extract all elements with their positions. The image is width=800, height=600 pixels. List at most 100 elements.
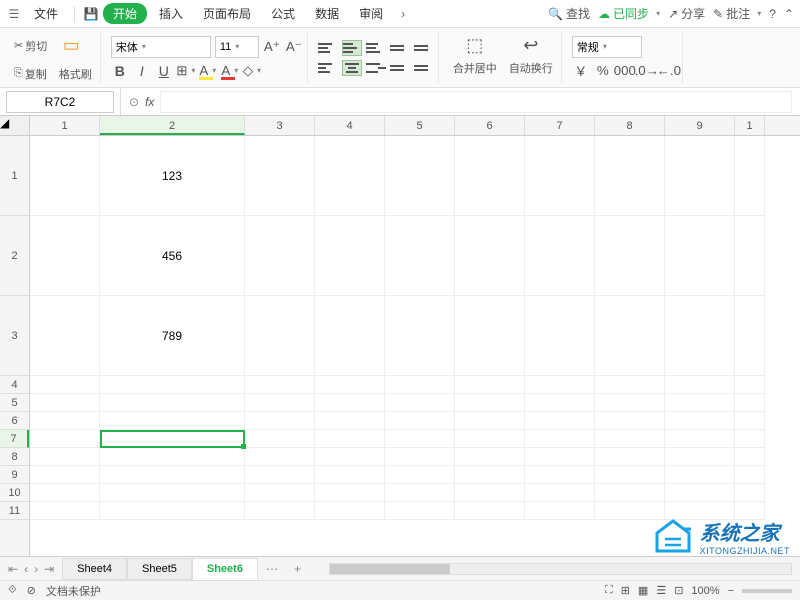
cell[interactable] [455, 216, 525, 296]
fill-color-button[interactable]: A▾ [199, 62, 217, 80]
cell[interactable] [525, 466, 595, 484]
row-header[interactable]: 10 [0, 484, 29, 502]
cell[interactable] [735, 448, 765, 466]
cell[interactable] [245, 136, 315, 216]
view-break-icon[interactable]: ☰ [656, 584, 666, 597]
cell[interactable] [245, 216, 315, 296]
cell[interactable] [595, 394, 665, 412]
auto-wrap-button[interactable]: ↩ 自动换行 [505, 32, 557, 84]
cell[interactable] [245, 394, 315, 412]
align-right-button[interactable] [366, 60, 386, 76]
cell[interactable] [595, 430, 665, 448]
cell[interactable] [735, 394, 765, 412]
cell[interactable] [100, 394, 245, 412]
view-icon-1[interactable]: ⛶ [605, 584, 613, 597]
cell[interactable] [100, 412, 245, 430]
comma-button[interactable]: 000 [616, 62, 634, 80]
cell[interactable] [315, 296, 385, 376]
column-header[interactable]: 1 [30, 116, 100, 135]
file-menu[interactable]: 文件 [26, 1, 66, 26]
cell[interactable] [665, 484, 735, 502]
column-header[interactable]: 1 [735, 116, 765, 135]
prev-sheet-button[interactable]: ‹ [24, 562, 28, 576]
cell[interactable] [595, 216, 665, 296]
border-button[interactable]: ⊞▾ [177, 62, 195, 80]
increase-decimal-button[interactable]: .0→ [638, 62, 656, 80]
align-center-button[interactable] [342, 60, 362, 76]
cell[interactable] [525, 136, 595, 216]
collapse-ribbon-button[interactable]: ⌃ [784, 7, 794, 21]
view-normal-icon[interactable]: ⊞ [621, 584, 630, 597]
cell[interactable] [455, 136, 525, 216]
next-sheet-button[interactable]: › [34, 562, 38, 576]
cell[interactable] [245, 376, 315, 394]
italic-button[interactable]: I [133, 62, 151, 80]
cell[interactable]: 789 [100, 296, 245, 376]
align-left-button[interactable] [318, 60, 338, 76]
cell[interactable] [455, 394, 525, 412]
cell[interactable] [100, 502, 245, 520]
cell[interactable] [595, 376, 665, 394]
expand-icon[interactable]: ⊙ [129, 95, 139, 109]
cell[interactable]: 456 [100, 216, 245, 296]
align-bottom-button[interactable] [366, 40, 386, 56]
cell[interactable] [595, 484, 665, 502]
column-header[interactable]: 5 [385, 116, 455, 135]
cell[interactable] [245, 448, 315, 466]
tab-start[interactable]: 开始 [103, 3, 147, 24]
cell[interactable] [385, 412, 455, 430]
cell[interactable] [385, 376, 455, 394]
cell[interactable] [665, 376, 735, 394]
format-painter-button[interactable]: ▭ [55, 32, 87, 60]
cell[interactable] [385, 484, 455, 502]
column-header[interactable]: 2 [100, 116, 245, 135]
cell[interactable] [735, 136, 765, 216]
cell[interactable] [455, 502, 525, 520]
column-header[interactable]: 4 [315, 116, 385, 135]
cell[interactable] [595, 412, 665, 430]
cell[interactable] [315, 502, 385, 520]
copy-button[interactable]: ⎘复制 [10, 64, 51, 84]
cell[interactable] [525, 394, 595, 412]
tab-formula[interactable]: 公式 [263, 1, 303, 26]
cell[interactable] [30, 412, 100, 430]
cell[interactable] [385, 216, 455, 296]
cell[interactable] [100, 448, 245, 466]
cell[interactable] [665, 430, 735, 448]
decrease-font-button[interactable]: A⁻ [285, 38, 303, 56]
cell[interactable] [245, 502, 315, 520]
cell[interactable] [735, 376, 765, 394]
decrease-decimal-button[interactable]: ←.0 [660, 62, 678, 80]
cell[interactable] [315, 216, 385, 296]
clear-format-button[interactable]: ◇▾ [243, 62, 261, 80]
cell[interactable] [385, 430, 455, 448]
scrollbar-thumb[interactable] [330, 564, 450, 574]
help-button[interactable]: ? [769, 7, 776, 21]
cell[interactable] [735, 412, 765, 430]
justify-button[interactable] [390, 60, 410, 76]
cell[interactable] [385, 394, 455, 412]
fx-label[interactable]: fx [145, 95, 154, 109]
column-header[interactable]: 7 [525, 116, 595, 135]
cell[interactable] [525, 412, 595, 430]
cell[interactable] [665, 136, 735, 216]
align-middle-button[interactable] [342, 40, 362, 56]
formula-input[interactable] [160, 91, 792, 113]
save-icon[interactable]: 💾 [83, 6, 99, 22]
cell[interactable] [385, 448, 455, 466]
cell[interactable] [30, 394, 100, 412]
cell[interactable] [455, 466, 525, 484]
cell[interactable] [735, 484, 765, 502]
comment-button[interactable]: ✎批注▾ [713, 5, 761, 22]
cell[interactable] [30, 502, 100, 520]
cell[interactable] [595, 296, 665, 376]
cell[interactable] [245, 296, 315, 376]
font-size-select[interactable]: 11▾ [215, 36, 259, 58]
share-button[interactable]: ↗分享 [668, 5, 705, 22]
cell[interactable] [665, 394, 735, 412]
row-header[interactable]: 3 [0, 296, 29, 376]
number-format-select[interactable]: 常规▾ [572, 36, 642, 58]
name-box[interactable]: R7C2 [6, 91, 114, 113]
cell[interactable] [595, 466, 665, 484]
column-header[interactable]: 3 [245, 116, 315, 135]
